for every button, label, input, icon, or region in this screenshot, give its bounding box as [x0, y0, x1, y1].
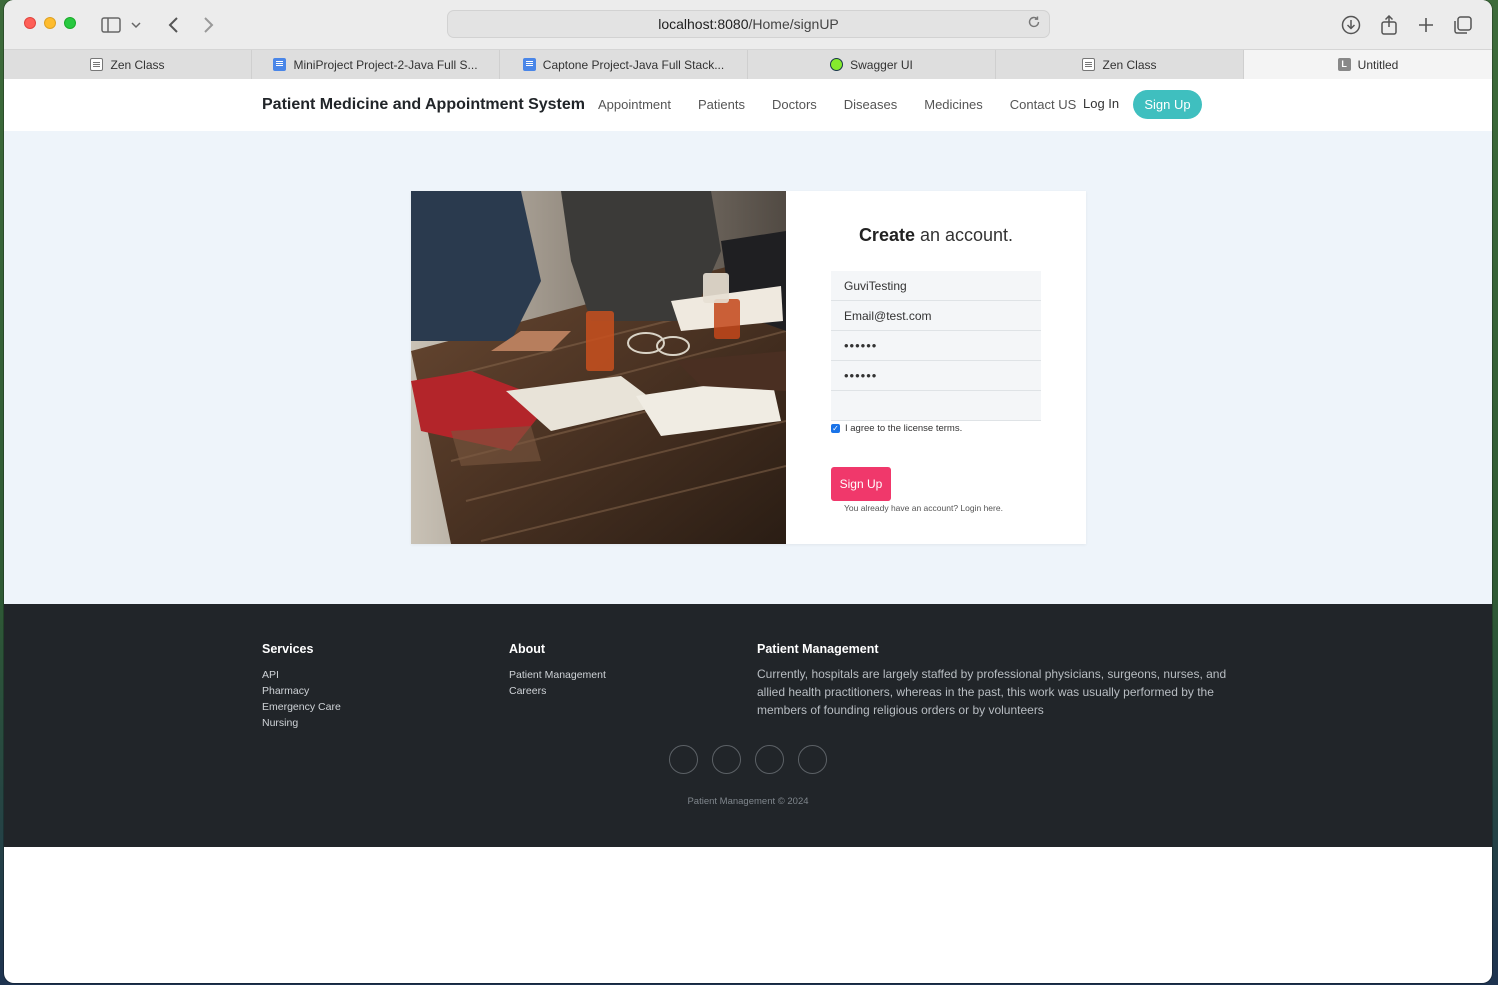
form-title: Create an account. [786, 225, 1086, 246]
window-controls [24, 17, 76, 29]
tab-label: Captone Project-Java Full Stack... [542, 57, 725, 72]
license-agreement: ✓ I agree to the license terms. [831, 423, 962, 434]
tab-label: MiniProject Project-2-Java Full S... [293, 57, 478, 72]
tab-zen-class-2[interactable]: Zen Class [996, 50, 1244, 79]
zoom-window-button[interactable] [64, 17, 76, 29]
footer-copyright: Patient Management © 2024 [687, 796, 809, 807]
confirm-password-field[interactable]: •••••• [831, 361, 1041, 391]
nav-link-appointment[interactable]: Appointment [598, 97, 671, 112]
nav-links: Appointment Patients Doctors Diseases Me… [598, 97, 1103, 112]
google-docs-favicon-icon [522, 58, 536, 71]
tab-label: Swagger UI [850, 57, 913, 72]
license-label: I agree to the license terms. [845, 423, 963, 434]
nav-link-doctors[interactable]: Doctors [772, 97, 817, 112]
signup-card: Create an account. GuviTesting Email@tes… [411, 191, 1086, 544]
url-path: /Home/signUP [748, 16, 839, 32]
browser-window: localhost:8080/Home/signUP Zen Class Min… [4, 0, 1492, 983]
people-at-table-photo [411, 191, 786, 544]
footer-services-title: Services [262, 642, 314, 656]
footer-pm-title: Patient Management [757, 642, 879, 656]
nav-link-contact[interactable]: Contact US [1010, 97, 1076, 112]
tab-zen-class[interactable]: Zen Class [4, 50, 252, 79]
username-field[interactable]: GuviTesting [831, 271, 1041, 301]
new-tab-plus-icon[interactable] [1413, 12, 1439, 38]
minimize-window-button[interactable] [44, 17, 56, 29]
nav-signup-button[interactable]: Sign Up [1133, 90, 1202, 119]
social-icon-4[interactable] [798, 745, 827, 774]
footer-link-emergency-care[interactable]: Emergency Care [262, 699, 341, 715]
footer-link-pharmacy[interactable]: Pharmacy [262, 683, 341, 699]
form-title-bold: Create [858, 225, 915, 245]
email-field[interactable]: Email@test.com [831, 301, 1041, 331]
footer-link-api[interactable]: API [262, 667, 341, 683]
social-icon-3[interactable] [755, 745, 784, 774]
close-window-button[interactable] [24, 17, 36, 29]
swagger-favicon-icon [830, 58, 844, 71]
back-arrow-icon[interactable] [160, 12, 186, 38]
tab-label: Untitled [1357, 57, 1399, 72]
address-bar[interactable]: localhost:8080/Home/signUP [447, 10, 1050, 38]
forward-arrow-icon[interactable] [196, 12, 222, 38]
login-link[interactable]: Log In [1083, 96, 1119, 111]
form-fields: GuviTesting Email@test.com •••••• •••••• [831, 271, 1041, 421]
share-icon[interactable] [1376, 12, 1402, 38]
site-footer: Services API Pharmacy Emergency Care Nur… [4, 604, 1492, 847]
tab-capstone[interactable]: Captone Project-Java Full Stack... [500, 50, 748, 79]
footer-link-nursing[interactable]: Nursing [262, 715, 341, 731]
footer-services-list: API Pharmacy Emergency Care Nursing [262, 667, 341, 731]
footer-link-patient-management[interactable]: Patient Management [509, 667, 606, 683]
footer-pm-description: Currently, hospitals are largely staffed… [757, 667, 1227, 717]
site-brand[interactable]: Patient Medicine and Appointment System [262, 96, 585, 114]
google-docs-favicon-icon [273, 58, 287, 71]
signup-section: Create an account. GuviTesting Email@tes… [4, 131, 1492, 604]
social-icon-1[interactable] [669, 745, 698, 774]
password-field[interactable]: •••••• [831, 331, 1041, 361]
tab-untitled[interactable]: L Untitled [1244, 50, 1492, 79]
signup-form: Create an account. GuviTesting Email@tes… [786, 191, 1086, 544]
tab-bar: Zen Class MiniProject Project-2-Java Ful… [4, 50, 1492, 79]
zen-class-favicon-icon [90, 58, 104, 71]
form-title-rest: an account. [914, 225, 1014, 245]
nav-link-medicines[interactable]: Medicines [924, 97, 983, 112]
footer-about-list: Patient Management Careers [509, 667, 606, 699]
tab-miniproject[interactable]: MiniProject Project-2-Java Full S... [252, 50, 500, 79]
zen-class-favicon-icon [1082, 58, 1096, 71]
tab-label: Zen Class [110, 57, 165, 72]
nav-link-diseases[interactable]: Diseases [844, 97, 897, 112]
tab-swagger[interactable]: Swagger UI [748, 50, 996, 79]
license-checkbox[interactable]: ✓ [831, 424, 840, 433]
download-icon[interactable] [1338, 12, 1364, 38]
footer-about-title: About [509, 642, 546, 656]
chevron-down-icon[interactable] [128, 12, 144, 38]
browser-toolbar: localhost:8080/Home/signUP [4, 0, 1492, 50]
sidebar-toggle-icon[interactable] [98, 12, 124, 38]
submit-signup-button[interactable]: Sign Up [831, 467, 891, 501]
social-icon-2[interactable] [712, 745, 741, 774]
tab-label: Zen Class [1102, 57, 1157, 72]
reload-icon[interactable] [1027, 15, 1041, 33]
letter-l-favicon-icon: L [1337, 58, 1351, 71]
tab-overview-icon[interactable] [1450, 12, 1476, 38]
footer-link-careers[interactable]: Careers [509, 683, 606, 699]
nav-link-patients[interactable]: Patients [698, 97, 745, 112]
url-host: localhost:8080 [658, 16, 749, 32]
login-hint-link[interactable]: You already have an account? Login here. [844, 503, 1003, 513]
extra-empty-field[interactable] [831, 391, 1041, 421]
site-navbar: Patient Medicine and Appointment System … [4, 79, 1492, 131]
social-links [669, 745, 827, 774]
